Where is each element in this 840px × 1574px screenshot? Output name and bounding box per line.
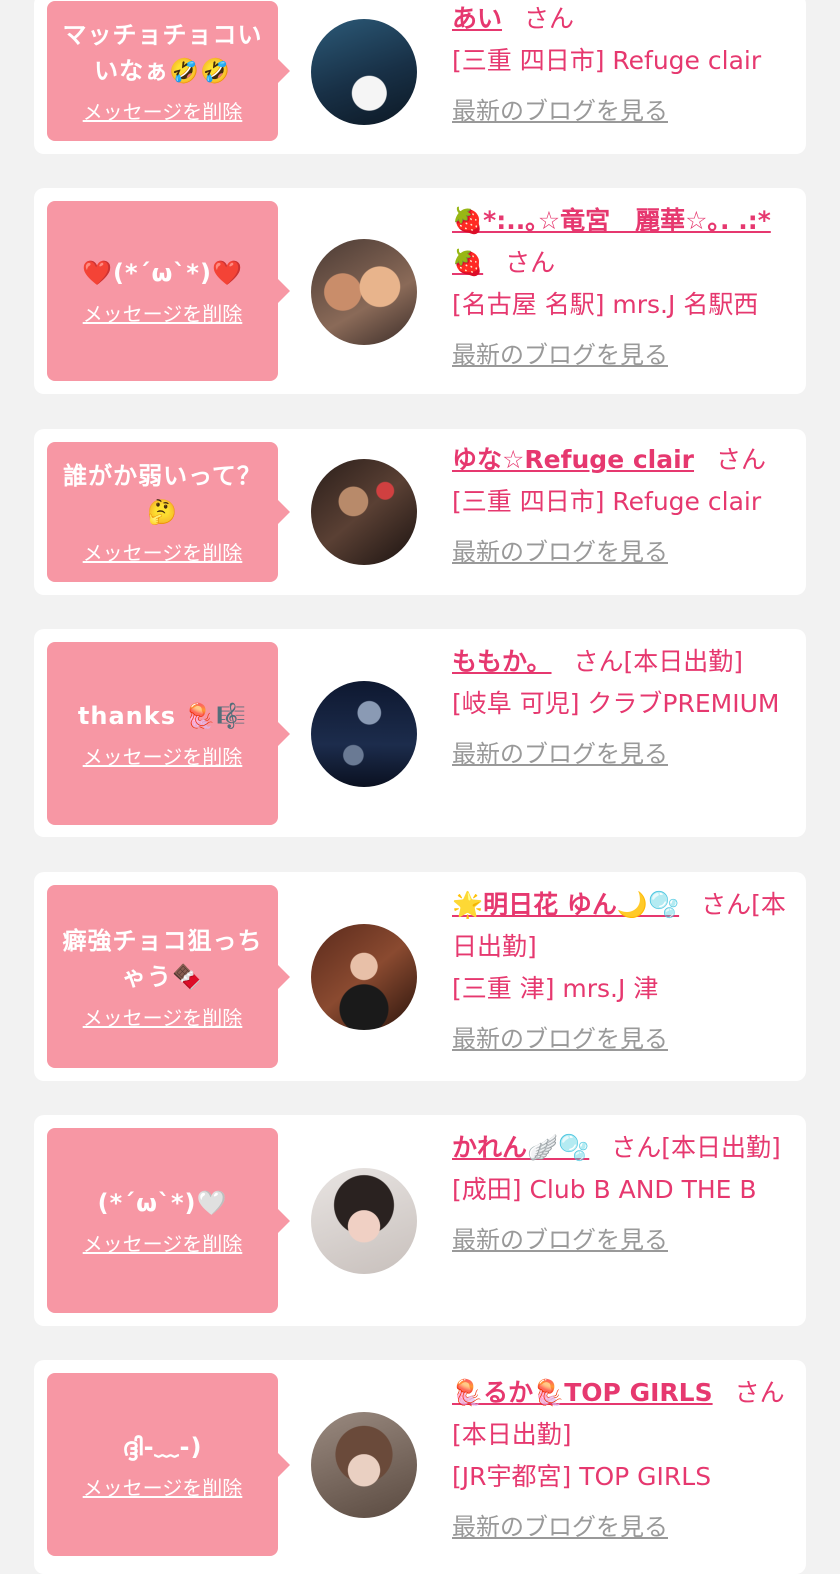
cast-info: あい さん [三重 四日市] Refuge clair 最新のブログを見る (452, 0, 792, 132)
message-text: thanks 🪼🎼 (77, 701, 248, 730)
cast-info: かれん🪽🫧 さん[本日出勤] [成田] Club B AND THE B 最新のブ… (452, 1127, 792, 1261)
cast-name-line: かれん🪽🫧 さん[本日出勤] (452, 1127, 792, 1169)
message-text: 誰がか弱いって？🤔 (63, 462, 262, 526)
avatar[interactable] (311, 19, 417, 125)
delete-message-link[interactable]: メッセージを削除 (83, 540, 243, 566)
cast-name-link[interactable]: ゆな☆Refuge clair (452, 445, 694, 474)
shop-location: [三重 津] mrs.J 津 (452, 974, 659, 1003)
shop-location: [岐阜 可児] クラブPREMIUM (452, 689, 780, 718)
cast-name-line: 🪼るか🪼TOP GIRLS さん [本日出勤] (452, 1372, 792, 1456)
cast-name-line: 🍓*:..｡☆竜宮 麗華☆｡. .:*🍓 さん (452, 200, 792, 284)
message-bubble: (*´ω`*)🤍 メッセージを削除 (47, 1128, 290, 1313)
message-text: (*´ω`*)🤍 (97, 1188, 228, 1217)
message-bubble: 癖強チョコ狙っちゃう🍫 メッセージを削除 (47, 885, 290, 1068)
cast-name-link[interactable]: あい (452, 4, 502, 33)
attendance-status: [本日出勤] (623, 647, 744, 676)
avatar[interactable] (311, 1168, 417, 1274)
cast-name-link[interactable]: 🪼るか🪼TOP GIRLS (452, 1378, 713, 1407)
message-text: ❤️(*´ω`*)❤️ (82, 259, 243, 287)
delete-message-link[interactable]: メッセージを削除 (83, 1231, 243, 1257)
message-card: ദ്ദി-﹏-) メッセージを削除 🪼るか🪼TOP GIRLS さん[本日出勤] … (34, 1360, 806, 1574)
cast-name-link[interactable]: 🍓*:..｡☆竜宮 麗華☆｡. .:*🍓 (452, 206, 771, 277)
message-bubble: 誰がか弱いって？🤔 メッセージを削除 (47, 442, 290, 582)
message-text: マッチョチョコいいなぁ🤣🤣 (62, 21, 263, 85)
cast-name-line: ゆな☆Refuge clair さん (452, 439, 792, 481)
latest-blog-link[interactable]: 最新のブログを見る (452, 1018, 668, 1060)
shop-location: [三重 四日市] Refuge clair (452, 487, 762, 516)
latest-blog-link[interactable]: 最新のブログを見る (452, 90, 668, 132)
latest-blog-link[interactable]: 最新のブログを見る (452, 1506, 668, 1548)
message-bubble: ദ്ദി-﹏-) メッセージを削除 (47, 1373, 290, 1556)
attendance-status: [本日出勤] (452, 1420, 572, 1449)
shop-location: [成田] Club B AND THE B (452, 1175, 757, 1204)
shop-location: [名古屋 名駅] mrs.J 名駅西 (452, 290, 759, 319)
cast-name-line: 🌟明日花 ゆん🌙🫧 さん[本日出勤] (452, 884, 792, 968)
avatar[interactable] (311, 239, 417, 345)
cast-name-link[interactable]: かれん🪽🫧 (452, 1133, 589, 1162)
cast-info: ゆな☆Refuge clair さん [三重 四日市] Refuge clair … (452, 439, 792, 573)
delete-message-link[interactable]: メッセージを削除 (83, 1005, 243, 1031)
latest-blog-link[interactable]: 最新のブログを見る (452, 334, 668, 376)
honorific: さん (734, 1378, 785, 1407)
delete-message-link[interactable]: メッセージを削除 (83, 1475, 243, 1501)
message-list: マッチョチョコいいなぁ🤣🤣 メッセージを削除 あい さん [三重 四日市] Ref… (0, 0, 840, 1574)
latest-blog-link[interactable]: 最新のブログを見る (452, 531, 668, 573)
cast-info: ももか。 さん[本日出勤] [岐阜 可児] クラブPREMIUM 最新のブログを見… (452, 641, 792, 775)
message-card: ❤️(*´ω`*)❤️ メッセージを削除 🍓*:..｡☆竜宮 麗華☆｡. .:*… (34, 188, 806, 394)
delete-message-link[interactable]: メッセージを削除 (83, 301, 243, 327)
message-bubble: マッチョチョコいいなぁ🤣🤣 メッセージを削除 (47, 1, 290, 141)
avatar[interactable] (311, 924, 417, 1030)
message-bubble: ❤️(*´ω`*)❤️ メッセージを削除 (47, 201, 290, 381)
cast-name-link[interactable]: ももか。 (452, 647, 552, 676)
message-text: ദ്ദി-﹏-) (122, 1432, 203, 1461)
honorific: さん (524, 4, 575, 33)
avatar[interactable] (311, 1412, 417, 1518)
message-bubble: thanks 🪼🎼 メッセージを削除 (47, 642, 290, 825)
message-card: マッチョチョコいいなぁ🤣🤣 メッセージを削除 あい さん [三重 四日市] Ref… (34, 0, 806, 154)
avatar[interactable] (311, 681, 417, 787)
honorific: さん (573, 647, 624, 676)
attendance-status: [本日出勤] (661, 1133, 781, 1162)
shop-location: [三重 四日市] Refuge clair (452, 46, 762, 75)
honorific: さん (716, 445, 767, 474)
delete-message-link[interactable]: メッセージを削除 (83, 744, 243, 770)
message-card: thanks 🪼🎼 メッセージを削除 ももか。 さん[本日出勤] [岐阜 可児] … (34, 629, 806, 837)
honorific: さん (505, 248, 556, 277)
latest-blog-link[interactable]: 最新のブログを見る (452, 733, 668, 775)
message-text: 癖強チョコ狙っちゃう🍫 (62, 926, 263, 991)
cast-name-line: あい さん (452, 0, 792, 40)
honorific: さん (611, 1133, 662, 1162)
latest-blog-link[interactable]: 最新のブログを見る (452, 1219, 668, 1261)
cast-info: 🍓*:..｡☆竜宮 麗華☆｡. .:*🍓 さん [名古屋 名駅] mrs.J 名駅… (452, 200, 792, 376)
shop-location: [JR宇都宮] TOP GIRLS (452, 1462, 712, 1491)
avatar[interactable] (311, 459, 417, 565)
cast-name-link[interactable]: 🌟明日花 ゆん🌙🫧 (452, 890, 679, 919)
delete-message-link[interactable]: メッセージを削除 (83, 99, 243, 125)
cast-info: 🌟明日花 ゆん🌙🫧 さん[本日出勤] [三重 津] mrs.J 津 最新のブログを… (452, 884, 792, 1060)
message-card: (*´ω`*)🤍 メッセージを削除 かれん🪽🫧 さん[本日出勤] [成田] Clu… (34, 1115, 806, 1326)
cast-info: 🪼るか🪼TOP GIRLS さん[本日出勤] [JR宇都宮] TOP GIRLS … (452, 1372, 792, 1548)
message-card: 誰がか弱いって？🤔 メッセージを削除 ゆな☆Refuge clair さん [三重… (34, 429, 806, 595)
honorific: さん (701, 890, 752, 919)
cast-name-line: ももか。 さん[本日出勤] (452, 641, 792, 683)
message-card: 癖強チョコ狙っちゃう🍫 メッセージを削除 🌟明日花 ゆん🌙🫧 さん[本日出勤] [… (34, 872, 806, 1081)
